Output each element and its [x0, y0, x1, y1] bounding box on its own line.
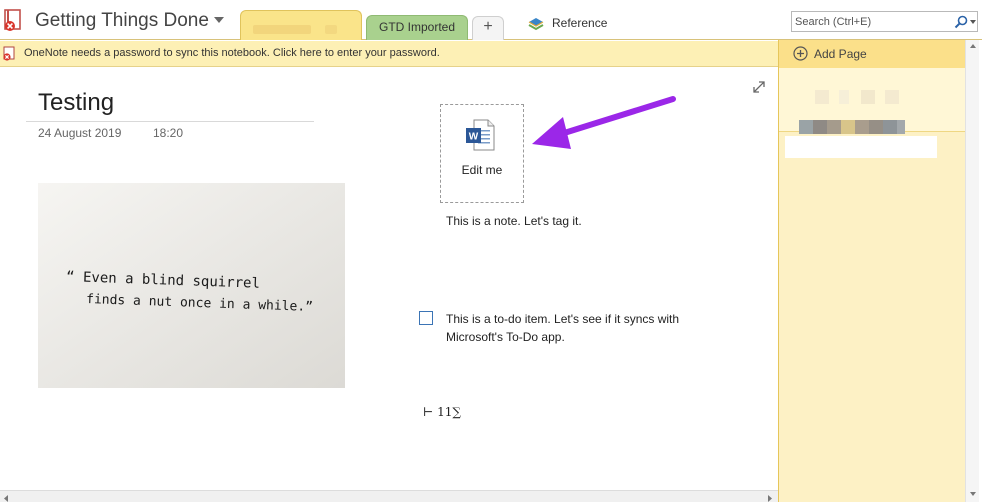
attachment-label: Edit me [461, 163, 503, 177]
reference-label: Reference [552, 16, 608, 30]
blurred-title-block [839, 90, 849, 104]
page-date: 24 August 2019 [38, 126, 122, 140]
section-tab-label-blurred [253, 25, 311, 34]
blurred-title-block [841, 120, 855, 134]
scroll-left-icon[interactable] [0, 491, 12, 502]
page-list-item[interactable] [785, 136, 937, 158]
page-list-pane: Add Page [778, 40, 966, 502]
notebook-sync-error-icon[interactable] [2, 9, 22, 33]
scroll-down-icon[interactable] [969, 490, 977, 498]
title-underline-divider [26, 121, 314, 122]
search-scope-chevron-icon[interactable] [970, 20, 976, 24]
page-time: 18:20 [153, 126, 184, 140]
section-tab-label-blurred-2 [325, 25, 337, 34]
add-page-label: Add Page [814, 47, 867, 61]
blurred-title-block [799, 120, 813, 134]
blurred-title-block [855, 120, 869, 134]
blurred-title-block [883, 120, 897, 134]
notebook-dropdown-chevron-icon[interactable] [214, 17, 224, 23]
reference-notebook-icon [528, 17, 544, 31]
sync-password-notification[interactable]: OneNote needs a password to sync this no… [0, 41, 778, 67]
sync-error-icon [2, 46, 16, 62]
search-icon[interactable] [954, 15, 968, 29]
search-box[interactable] [791, 11, 978, 32]
svg-text:W: W [469, 132, 479, 143]
scroll-up-icon[interactable] [969, 42, 977, 50]
section-tab-active[interactable] [240, 10, 362, 40]
blurred-title-block [869, 120, 883, 134]
blurred-title-block [885, 90, 899, 104]
annotation-arrow-icon [532, 96, 676, 149]
page-list-item-selected[interactable] [779, 68, 966, 134]
notebook-header: Getting Things Done GTD Imported + Refer… [0, 0, 982, 40]
todo-text[interactable]: This is a to-do item. Let's see if it sy… [446, 310, 726, 346]
note-text[interactable]: This is a note. Let's tag it. [446, 214, 582, 228]
vertical-scrollbar[interactable] [965, 40, 979, 502]
add-page-button[interactable]: Add Page [779, 40, 966, 68]
todo-checkbox[interactable] [419, 311, 433, 325]
scroll-right-icon[interactable] [764, 491, 776, 502]
blurred-title-block [813, 120, 827, 134]
quote-photo[interactable]: “ Even a blind squirrel finds a nut once… [38, 183, 345, 388]
section-tab-gtd-imported[interactable]: GTD Imported [366, 15, 468, 40]
expand-icon[interactable] [752, 80, 766, 94]
word-document-icon: W [465, 119, 495, 151]
notebook-title[interactable]: Getting Things Done [35, 10, 209, 32]
page-title[interactable]: Testing [38, 89, 114, 117]
word-attachment[interactable]: W Edit me [440, 104, 524, 203]
add-section-button[interactable]: + [472, 16, 504, 40]
notification-text: OneNote needs a password to sync this no… [24, 47, 440, 59]
search-input[interactable] [795, 14, 945, 29]
horizontal-scrollbar[interactable] [0, 490, 778, 502]
blurred-title-block [861, 90, 875, 104]
blurred-title-block [827, 120, 841, 134]
blurred-title-block [897, 120, 905, 134]
formula-text[interactable]: ⊢ 11∑ [423, 405, 461, 419]
blurred-title-block [815, 90, 829, 104]
plus-circle-icon [793, 46, 808, 61]
